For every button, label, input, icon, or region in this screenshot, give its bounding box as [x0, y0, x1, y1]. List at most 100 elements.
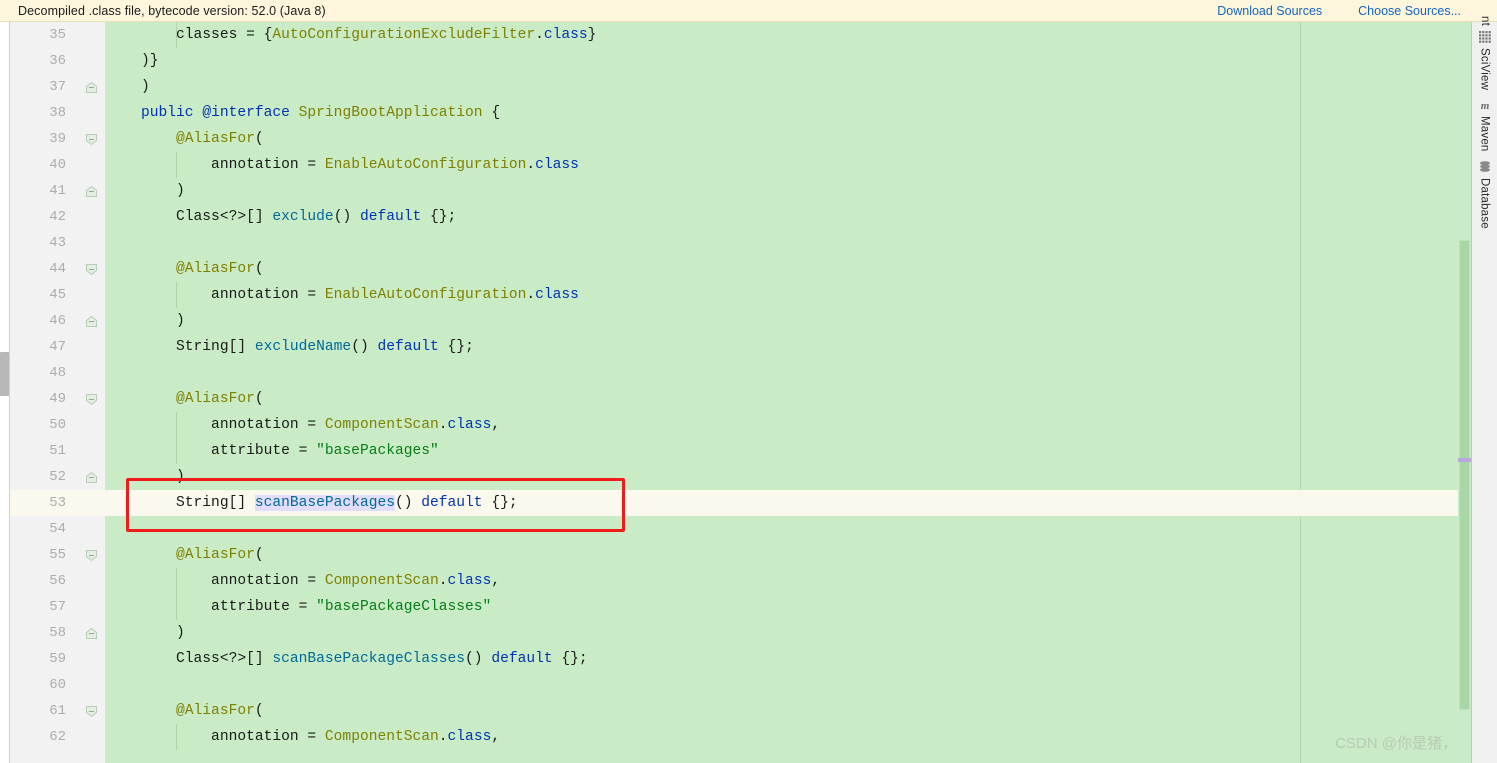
code-token: EnableAutoConfiguration — [324, 287, 527, 303]
code-token: ) — [141, 313, 185, 329]
gutter-line[interactable]: 60 — [10, 672, 105, 698]
gutter-line[interactable]: 41 — [10, 178, 105, 204]
code-token: class — [447, 729, 492, 745]
code-line[interactable] — [105, 516, 1458, 542]
code-token: SpringBootApplication — [298, 105, 483, 121]
gutter-line[interactable]: 44 — [10, 256, 105, 282]
fold-start-icon[interactable] — [86, 133, 97, 145]
indent-guide — [176, 282, 177, 308]
code-line[interactable]: @AliasFor( — [105, 256, 1458, 282]
gutter-line[interactable]: 35 — [10, 22, 105, 48]
editor-scrollbar-thumb[interactable] — [1459, 240, 1470, 710]
fold-start-icon[interactable] — [86, 263, 97, 275]
code-line[interactable]: Class<?>[] scanBasePackageClasses() defa… — [105, 646, 1458, 672]
code-token: classes = { — [141, 27, 273, 43]
code-token: annotation = — [141, 287, 325, 303]
code-line[interactable]: annotation = EnableAutoConfiguration.cla… — [105, 282, 1458, 308]
code-token: { — [482, 105, 501, 121]
gutter-line[interactable]: 56 — [10, 568, 105, 594]
line-number: 56 — [49, 573, 66, 589]
code-line[interactable]: attribute = "basePackageClasses" — [105, 594, 1458, 620]
gutter-line[interactable]: 42 — [10, 204, 105, 230]
code-line[interactable] — [105, 360, 1458, 386]
tool-window-label: Maven — [1478, 116, 1491, 152]
fold-end-icon[interactable] — [86, 185, 97, 197]
fold-start-icon[interactable] — [86, 549, 97, 561]
tool-window-label: nt — [1479, 16, 1491, 26]
choose-sources-link[interactable]: Choose Sources... — [1358, 4, 1461, 18]
code-line[interactable]: @AliasFor( — [105, 698, 1458, 724]
gutter-line[interactable]: 50 — [10, 412, 105, 438]
left-scrollbar-track[interactable] — [0, 22, 10, 763]
line-number: 59 — [49, 651, 66, 667]
left-scrollbar-thumb[interactable] — [0, 352, 9, 396]
fold-end-icon[interactable] — [86, 315, 97, 327]
code-content-area[interactable]: classes = {AutoConfigurationExcludeFilte… — [105, 22, 1458, 763]
editor-scrollbar-track[interactable] — [1458, 22, 1471, 763]
code-line[interactable]: classes = {AutoConfigurationExcludeFilte… — [105, 22, 1458, 48]
code-line[interactable]: Class<?>[] exclude() default {}; — [105, 204, 1458, 230]
fold-end-icon[interactable] — [86, 81, 97, 93]
code-line[interactable]: public @interface SpringBootApplication … — [105, 100, 1458, 126]
download-sources-link[interactable]: Download Sources — [1217, 4, 1322, 18]
gutter-line[interactable]: 59 — [10, 646, 105, 672]
gutter-line[interactable]: 57 — [10, 594, 105, 620]
code-line[interactable]: )} — [105, 48, 1458, 74]
fold-start-icon[interactable] — [86, 393, 97, 405]
scrollbar-occurrence-marker[interactable] — [1458, 458, 1471, 462]
code-token: annotation = — [141, 417, 325, 433]
tool-window-button-nt[interactable]: nt — [1472, 16, 1497, 26]
code-line[interactable]: annotation = ComponentScan.class, — [105, 412, 1458, 438]
gutter-line[interactable]: 36 — [10, 48, 105, 74]
gutter-line[interactable]: 43 — [10, 230, 105, 256]
gutter-line[interactable]: 54 — [10, 516, 105, 542]
gutter-line[interactable]: 53 — [10, 490, 122, 516]
gutter-line[interactable]: 40 — [10, 152, 105, 178]
gutter-line[interactable]: 49 — [10, 386, 105, 412]
code-line[interactable] — [105, 230, 1458, 256]
code-line[interactable]: String[] excludeName() default {}; — [105, 334, 1458, 360]
gutter-line[interactable]: 48 — [10, 360, 105, 386]
code-line[interactable]: annotation = ComponentScan.class, — [105, 724, 1458, 750]
code-line[interactable]: ) — [105, 74, 1458, 100]
code-line[interactable]: ) — [105, 178, 1458, 204]
code-line[interactable]: attribute = "basePackages" — [105, 438, 1458, 464]
gutter-line[interactable]: 38 — [10, 100, 105, 126]
gutter-line[interactable]: 52 — [10, 464, 105, 490]
fold-end-icon[interactable] — [86, 627, 97, 639]
tool-window-button-sciview[interactable]: SciView — [1472, 22, 1497, 90]
gutter-line[interactable]: 46 — [10, 308, 105, 334]
maven-m-icon: m — [1477, 97, 1493, 113]
code-line[interactable]: @AliasFor( — [105, 126, 1458, 152]
code-token: ( — [254, 703, 264, 719]
gutter-line[interactable]: 61 — [10, 698, 105, 724]
gutter-line[interactable]: 39 — [10, 126, 105, 152]
gutter-line[interactable]: 37 — [10, 74, 105, 100]
code-line[interactable] — [105, 672, 1458, 698]
gutter-line[interactable]: 55 — [10, 542, 105, 568]
code-token: ) — [141, 625, 185, 641]
tool-window-button-maven[interactable]: m Maven — [1472, 90, 1497, 152]
gutter-line[interactable]: 62 — [10, 724, 105, 750]
code-line[interactable]: @AliasFor( — [105, 386, 1458, 412]
code-line[interactable]: annotation = ComponentScan.class, — [105, 568, 1458, 594]
code-line[interactable]: @AliasFor( — [105, 542, 1458, 568]
code-line[interactable]: ) — [105, 308, 1458, 334]
code-line[interactable]: String[] scanBasePackages() default {}; — [105, 490, 1458, 516]
code-token: class — [535, 157, 579, 173]
fold-start-icon[interactable] — [86, 705, 97, 717]
gutter-line[interactable]: 47 — [10, 334, 105, 360]
code-line[interactable]: annotation = EnableAutoConfiguration.cla… — [105, 152, 1458, 178]
tool-window-button-database[interactable]: Database — [1472, 152, 1497, 228]
indent-guide — [176, 438, 177, 464]
fold-end-icon[interactable] — [86, 471, 97, 483]
editor-gutter[interactable]: 35 36 37 38 39 40 41 42 43 44 45 46 47 48 49 50 51 52 53 54… — [10, 22, 122, 763]
gutter-line[interactable]: 51 — [10, 438, 105, 464]
code-line[interactable]: ) — [105, 620, 1458, 646]
code-line[interactable]: ) — [105, 464, 1458, 490]
code-editor-pane[interactable]: 35 36 37 38 39 40 41 42 43 44 45 46 47 48 49 50 51 52 53 54… — [10, 22, 1458, 763]
gutter-line[interactable]: 45 — [10, 282, 105, 308]
gutter-line[interactable]: 58 — [10, 620, 105, 646]
